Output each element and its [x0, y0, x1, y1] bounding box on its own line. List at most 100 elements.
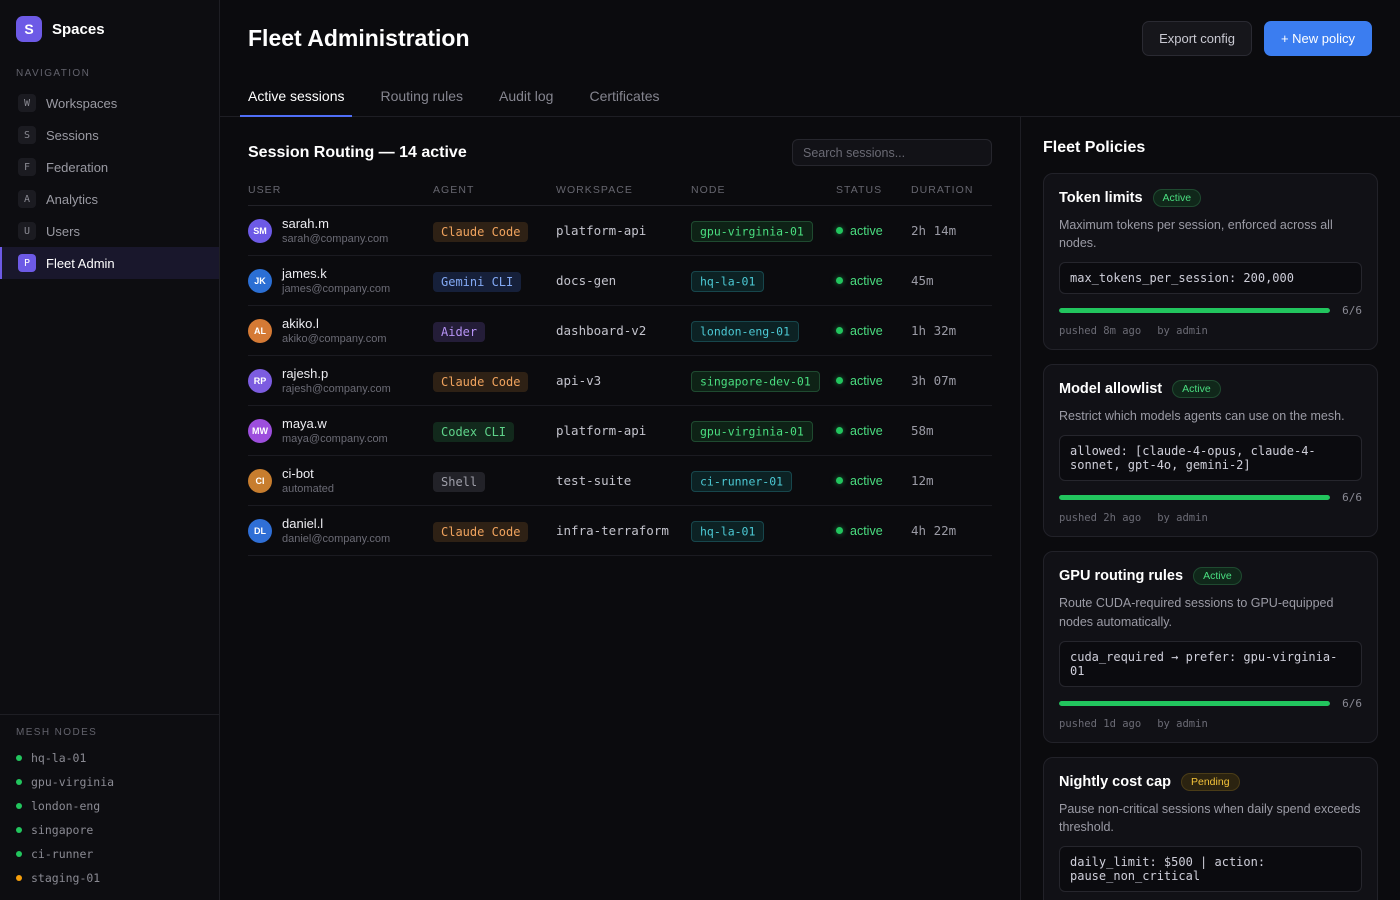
- rollout-count: 6/6: [1342, 697, 1362, 710]
- session-status: active: [836, 524, 911, 538]
- mesh-node-name: staging-01: [31, 871, 100, 885]
- search-input[interactable]: [792, 139, 992, 166]
- sidebar-item-label: Federation: [46, 160, 108, 175]
- policy-description: Maximum tokens per session, enforced acr…: [1059, 216, 1362, 252]
- status-text: active: [850, 524, 883, 538]
- policy-card-token-limits[interactable]: Token limits Active Maximum tokens per s…: [1043, 173, 1378, 350]
- nav-item-icon: S: [18, 126, 36, 144]
- sidebar-item-label: Analytics: [46, 192, 98, 207]
- user-meta: maya.w maya@company.com: [282, 416, 388, 445]
- policy-config-code: cuda_required → prefer: gpu-virginia-01: [1059, 641, 1362, 687]
- node-cell: gpu-virginia-01: [691, 223, 836, 239]
- user-name: sarah.m: [282, 216, 388, 231]
- table-row[interactable]: RP rajesh.p rajesh@company.com Claude Co…: [248, 356, 992, 406]
- sidebar-item-label: Users: [46, 224, 80, 239]
- sidebar-item-analytics[interactable]: A Analytics: [0, 183, 219, 215]
- tab-routing-rules[interactable]: Routing rules: [380, 76, 463, 116]
- policy-footer: pushed 1d ago by admin: [1059, 718, 1362, 730]
- table-row[interactable]: MW maya.w maya@company.com Codex CLI pla…: [248, 406, 992, 456]
- sessions-section: Session Routing — 14 active USERAGENTWOR…: [220, 117, 1020, 900]
- column-header-user: USER: [248, 184, 433, 205]
- sidebar-item-workspaces[interactable]: W Workspaces: [0, 87, 219, 119]
- tab-bar: Active sessions Routing rules Audit log Cer…: [220, 76, 1400, 117]
- table-row[interactable]: SM sarah.m sarah@company.com Claude Code…: [248, 206, 992, 256]
- mesh-node-staging-01: staging-01: [0, 866, 219, 890]
- user-cell: RP rajesh.p rajesh@company.com: [248, 366, 433, 395]
- sidebar-item-users[interactable]: U Users: [0, 215, 219, 247]
- agent-badge: Claude Code: [433, 222, 528, 242]
- user-email: daniel@company.com: [282, 533, 390, 545]
- table-row[interactable]: JK james.k james@company.com Gemini CLI …: [248, 256, 992, 306]
- session-duration: 58m: [911, 423, 992, 438]
- agent-badge: Claude Code: [433, 522, 528, 542]
- user-cell: JK james.k james@company.com: [248, 266, 433, 295]
- status-dot-icon: [836, 227, 843, 234]
- avatar: RP: [248, 369, 272, 393]
- user-name: ci-bot: [282, 466, 334, 481]
- nav-item-icon: A: [18, 190, 36, 208]
- policy-name: Nightly cost cap: [1059, 774, 1171, 790]
- user-cell: MW maya.w maya@company.com: [248, 416, 433, 445]
- node-badge: london-eng-01: [691, 321, 799, 342]
- column-header-node: NODE: [691, 184, 836, 205]
- table-row[interactable]: CI ci-bot automated Shell test-suite ci-…: [248, 456, 992, 506]
- new-policy-button[interactable]: + New policy: [1264, 21, 1372, 56]
- nav-item-icon: U: [18, 222, 36, 240]
- session-duration: 3h 07m: [911, 373, 992, 388]
- rollout-progress-fill: [1059, 308, 1330, 313]
- export-config-button[interactable]: Export config: [1142, 21, 1252, 56]
- workspace-name: platform-api: [556, 423, 691, 438]
- status-text: active: [850, 324, 883, 338]
- mesh-node-ci-runner: ci-runner: [0, 842, 219, 866]
- user-email: akiko@company.com: [282, 333, 387, 345]
- agent-badge: Shell: [433, 472, 485, 492]
- policy-card-list: Token limits Active Maximum tokens per s…: [1043, 173, 1378, 900]
- tab-audit-log[interactable]: Audit log: [499, 76, 553, 116]
- tab-active-sessions[interactable]: Active sessions: [248, 76, 344, 116]
- policy-card-header: Nightly cost cap Pending: [1059, 773, 1362, 791]
- workspace-name: infra-terraform: [556, 523, 691, 538]
- rollout-progress-bar: [1059, 701, 1330, 706]
- sidebar: S Spaces NAVIGATION W Workspaces S Sessi…: [0, 0, 220, 900]
- nav-item-icon: F: [18, 158, 36, 176]
- policy-card-model-allowlist[interactable]: Model allowlist Active Restrict which mo…: [1043, 364, 1378, 537]
- user-meta: rajesh.p rajesh@company.com: [282, 366, 391, 395]
- workspace-name: api-v3: [556, 373, 691, 388]
- agent-cell: Claude Code: [433, 523, 556, 539]
- policy-name: GPU routing rules: [1059, 568, 1183, 584]
- user-email: sarah@company.com: [282, 233, 388, 245]
- agent-badge: Claude Code: [433, 372, 528, 392]
- status-dot-icon: [836, 277, 843, 284]
- policy-card-gpu-routing-rules[interactable]: GPU routing rules Active Route CUDA-requ…: [1043, 551, 1378, 742]
- table-row[interactable]: DL daniel.l daniel@company.com Claude Co…: [248, 506, 992, 556]
- sidebar-item-federation[interactable]: F Federation: [0, 151, 219, 183]
- sessions-header: Session Routing — 14 active: [248, 139, 992, 166]
- node-status-dot-icon: [16, 851, 22, 857]
- user-cell: DL daniel.l daniel@company.com: [248, 516, 433, 545]
- agent-cell: Aider: [433, 323, 556, 339]
- policy-description: Route CUDA-required sessions to GPU-equi…: [1059, 594, 1362, 630]
- agent-cell: Codex CLI: [433, 423, 556, 439]
- node-status-dot-icon: [16, 755, 22, 761]
- policy-card-nightly-cost-cap[interactable]: Nightly cost cap Pending Pause non-criti…: [1043, 757, 1378, 900]
- page-title: Fleet Administration: [248, 25, 470, 52]
- table-row[interactable]: AL akiko.l akiko@company.com Aider dashb…: [248, 306, 992, 356]
- sidebar-item-fleet-admin[interactable]: P Fleet Admin: [0, 247, 219, 279]
- node-cell: gpu-virginia-01: [691, 423, 836, 439]
- node-status-dot-icon: [16, 779, 22, 785]
- sidebar-item-sessions[interactable]: S Sessions: [0, 119, 219, 151]
- sidebar-item-label: Sessions: [46, 128, 99, 143]
- session-status: active: [836, 274, 911, 288]
- policy-config-code: allowed: [claude-4-opus, claude-4-sonnet…: [1059, 435, 1362, 481]
- agent-badge: Gemini CLI: [433, 272, 521, 292]
- rollout-progress-bar: [1059, 308, 1330, 313]
- tab-certificates[interactable]: Certificates: [589, 76, 659, 116]
- app-logo[interactable]: S Spaces: [0, 0, 219, 56]
- page-header: Fleet Administration Export config + New…: [220, 0, 1400, 76]
- user-email: james@company.com: [282, 283, 390, 295]
- mesh-nodes-section-label: MESH NODES: [0, 727, 219, 738]
- mesh-node-london-eng: london-eng: [0, 794, 219, 818]
- status-text: active: [850, 374, 883, 388]
- workspace-name: dashboard-v2: [556, 323, 691, 338]
- policy-card-header: Model allowlist Active: [1059, 380, 1362, 398]
